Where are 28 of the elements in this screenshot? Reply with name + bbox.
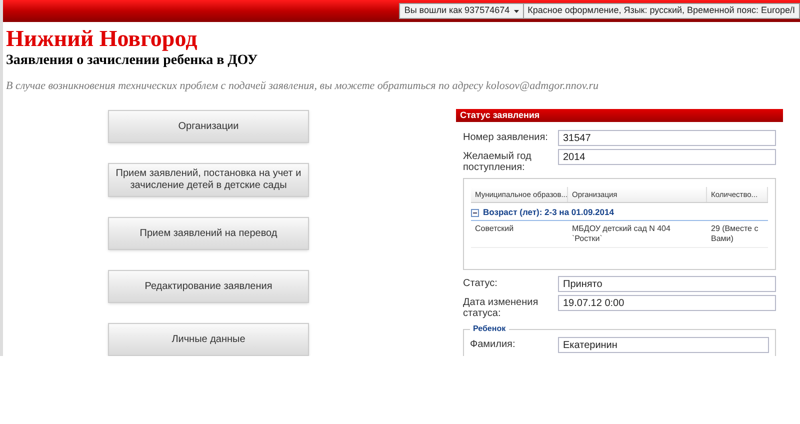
input-field[interactable]: Принято: [558, 276, 776, 292]
table-cell-text: МБДОУ детский сад N 404 `Ростки`: [571, 224, 672, 244]
panel-header: Статус заявления: [456, 109, 783, 122]
menu-button[interactable]: Редактирование заявления: [108, 270, 309, 303]
collapse-icon[interactable]: [471, 208, 479, 216]
field-label: Статус:: [463, 277, 498, 289]
input-field[interactable]: 2014: [558, 149, 776, 165]
menu-button[interactable]: Прием заявлений, постановка на учет и зачисление детей в детские сады: [108, 163, 309, 197]
input-field[interactable]: 19.07.12 0:00: [558, 295, 776, 311]
menu-button[interactable]: Организации: [108, 110, 309, 143]
table-cell-text: 29 (Вместе с Вами): [710, 224, 760, 244]
page-title: Нижний Новгород: [6, 26, 198, 52]
input-field[interactable]: 31547: [558, 130, 776, 146]
field-label: Фамилия:: [470, 338, 516, 350]
caret-icon: [514, 10, 519, 12]
user-menu[interactable]: Вы вошли как 937574674: [400, 4, 524, 18]
menu-button[interactable]: Личные данные: [108, 323, 309, 356]
field-label: Дата изменения статуса:: [463, 296, 540, 319]
table-cell-text: Советский: [474, 224, 515, 235]
menu-button[interactable]: Прием заявлений на перевод: [108, 217, 309, 250]
input-field[interactable]: Екатеринин: [558, 337, 769, 353]
page-subtitle: Заявления о зачислении ребенка в ДОУ: [6, 53, 259, 69]
group-title: Возраст (лет): 2-3 на 01.09.2014: [483, 206, 614, 219]
field-label: Желаемый год поступления:: [463, 150, 532, 173]
fieldset-legend: Ребенок: [470, 324, 509, 334]
field-label: Номер заявления:: [463, 131, 549, 143]
settings-text: Красное оформление, Язык: русский, Временной пояс: Europe/I: [526, 4, 796, 18]
notice-text: В случае возникновения технических проблем с подачей заявления, вы можете обратиться по адресу kolosov@admgor.nnov.ru: [6, 79, 600, 93]
